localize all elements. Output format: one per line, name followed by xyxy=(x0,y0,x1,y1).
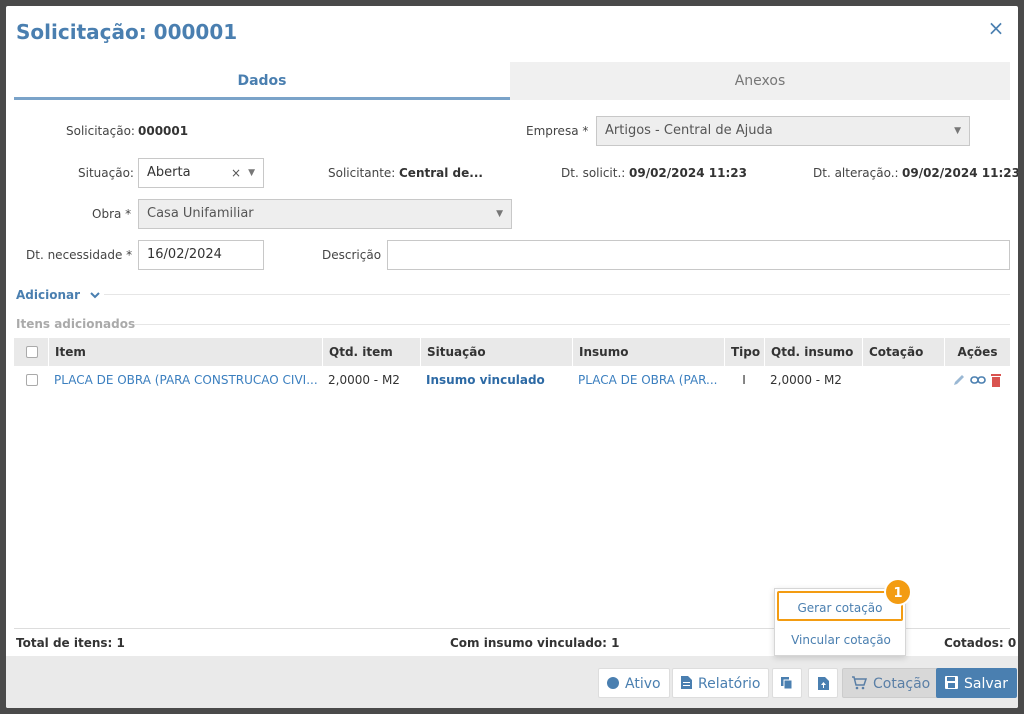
dt-necessidade-value: 16/02/2024 xyxy=(147,247,222,262)
empresa-label: Empresa * xyxy=(526,124,589,138)
obra-value: Casa Unifamiliar xyxy=(147,206,254,221)
col-tipo[interactable]: Tipo xyxy=(724,338,764,366)
cotacao-label: Cotação xyxy=(873,676,931,692)
col-acoes: Ações xyxy=(944,338,1010,366)
tab-dados[interactable]: Dados xyxy=(14,62,510,100)
relatorio-button[interactable]: Relatório xyxy=(672,668,770,699)
row-insumo[interactable]: PLACA DE OBRA (PAR... xyxy=(572,366,724,394)
dt-necessidade-input[interactable]: 16/02/2024 xyxy=(138,240,264,270)
save-icon xyxy=(945,669,958,699)
row-tipo: I xyxy=(742,373,746,387)
row-qtd-insumo: 2,0000 - M2 xyxy=(770,373,842,387)
chevron-down-icon[interactable]: ▼ xyxy=(248,159,255,187)
col-item[interactable]: Item xyxy=(48,338,322,366)
row-qtd-item: 2,0000 - M2 xyxy=(328,373,400,387)
row-checkbox[interactable] xyxy=(26,374,38,386)
cotados: Cotados: 0 xyxy=(944,636,1017,650)
situacao-value: Aberta xyxy=(147,165,191,180)
situacao-label: Situação: xyxy=(78,166,134,180)
col-situacao[interactable]: Situação xyxy=(420,338,572,366)
empresa-value: Artigos - Central de Ajuda xyxy=(605,123,773,138)
copy-icon xyxy=(781,677,793,690)
cart-icon xyxy=(851,669,868,699)
vincular-cotacao-item[interactable]: Vincular cotação xyxy=(775,625,907,655)
document-icon xyxy=(681,669,692,699)
descricao-input[interactable] xyxy=(387,240,1010,270)
com-insumo-vinculado: Com insumo vinculado: 1 xyxy=(450,636,620,650)
select-all-checkbox[interactable] xyxy=(26,346,38,358)
col-qtd-insumo[interactable]: Qtd. insumo xyxy=(764,338,862,366)
step-badge: 1 xyxy=(884,578,912,606)
chevron-down-icon xyxy=(90,292,100,299)
table-row: PLACA DE OBRA (PARA CONSTRUCAO CIVI... 2… xyxy=(14,366,1010,394)
pencil-icon[interactable] xyxy=(952,373,966,387)
row-item[interactable]: PLACA DE OBRA (PARA CONSTRUCAO CIVI... xyxy=(48,366,322,394)
col-cotacao[interactable]: Cotação xyxy=(862,338,944,366)
modal-title: Solicitação: 000001 xyxy=(16,20,238,44)
copy-button[interactable] xyxy=(772,668,802,698)
trash-icon[interactable] xyxy=(990,373,1002,387)
dt-solicit-value: 09/02/2024 11:23 xyxy=(629,166,747,180)
chevron-down-icon: ▼ xyxy=(954,126,961,136)
link-icon[interactable] xyxy=(970,373,986,387)
export-button[interactable] xyxy=(808,668,838,698)
dt-necessidade-label: Dt. necessidade * xyxy=(26,248,133,262)
tab-anexos[interactable]: Anexos xyxy=(510,62,1010,100)
salvar-label: Salvar xyxy=(964,676,1008,692)
tabs: Dados Anexos xyxy=(14,62,1010,100)
descricao-label: Descrição xyxy=(322,248,382,262)
solicitacao-value: 000001 xyxy=(138,124,189,138)
empresa-select[interactable]: Artigos - Central de Ajuda ▼ xyxy=(596,116,970,146)
col-qtd-item[interactable]: Qtd. item xyxy=(322,338,420,366)
chevron-down-icon: ▼ xyxy=(496,209,503,219)
divider xyxy=(104,294,1010,295)
solicitacao-modal: Solicitação: 000001 × Dados Anexos Solic… xyxy=(6,6,1018,708)
obra-select[interactable]: Casa Unifamiliar ▼ xyxy=(138,199,512,229)
circle-icon xyxy=(607,677,619,689)
obra-label: Obra * xyxy=(92,207,132,221)
dt-solicit-label: Dt. solicit.: xyxy=(561,166,626,180)
salvar-button[interactable]: Salvar xyxy=(936,668,1017,698)
dt-alteracao-label: Dt. alteração.: xyxy=(813,166,899,180)
itens-adicionados-label: Itens adicionados xyxy=(16,317,136,331)
situacao-select[interactable]: Aberta × ▼ xyxy=(138,158,264,188)
adicionar-label: Adicionar xyxy=(16,288,81,302)
clear-icon[interactable]: × xyxy=(231,159,241,187)
total-itens: Total de itens: 1 xyxy=(16,636,125,650)
solicitante-value: Central de... xyxy=(399,166,483,180)
cotacao-button[interactable]: Cotação xyxy=(842,668,940,699)
adicionar-toggle[interactable]: Adicionar xyxy=(16,288,100,302)
col-insumo[interactable]: Insumo xyxy=(572,338,724,366)
file-upload-icon xyxy=(817,677,829,690)
relatorio-label: Relatório xyxy=(698,676,761,692)
solicitacao-label: Solicitação: xyxy=(66,124,135,138)
solicitante-label: Solicitante: xyxy=(328,166,396,180)
table-header: Item Qtd. item Situação Insumo Tipo Qtd.… xyxy=(14,338,1010,366)
row-situacao[interactable]: Insumo vinculado xyxy=(420,366,572,394)
row-actions xyxy=(952,373,1008,389)
dt-alteracao-value: 09/02/2024 11:23 xyxy=(902,166,1018,180)
ativo-button[interactable]: Ativo xyxy=(598,668,670,698)
close-icon[interactable]: × xyxy=(986,18,1006,38)
divider xyxy=(134,324,1010,325)
ativo-label: Ativo xyxy=(625,676,661,692)
row-cotacao xyxy=(862,366,944,394)
